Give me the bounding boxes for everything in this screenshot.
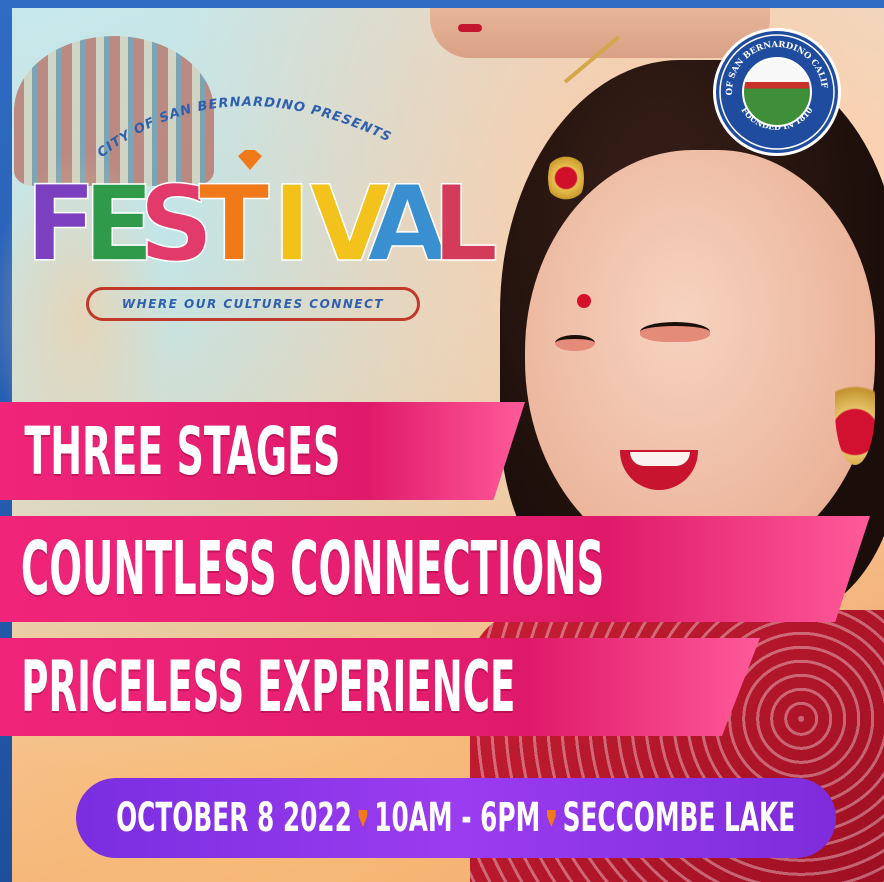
seal-emblem [742,57,812,127]
event-details-pill: OCTOBER 8 2022 10AM - 6PM SECCOMBE LAKE [76,778,836,858]
tagline-badge: WHERE OUR CULTURES CONNECT [86,287,420,321]
dancer-smile [630,452,690,466]
event-time: 10AM - 6PM [374,795,541,841]
maang-tikka-jewel [548,148,584,208]
event-location: SECCOMBE LAKE [562,795,796,841]
earring-jewel [835,355,875,465]
dancer-eye-left [555,335,595,351]
tagline-text: WHERE OUR CULTURES CONNECT [121,297,385,311]
banner-text: PRICELESS EXPERIENCE [21,646,516,728]
event-date: OCTOBER 8 2022 [116,795,353,841]
banner-text: COUNTLESS CONNECTIONS [20,526,605,612]
event-details: OCTOBER 8 2022 10AM - 6PM SECCOMBE LAKE [116,795,795,841]
bindi [577,294,591,308]
festival-poster: CITY OF SAN BERNARDINO CALIFORNIA FOUNDE… [0,0,884,882]
festival-letter: I [273,163,312,280]
arrowhead-separator-icon [359,810,368,827]
dancer-eye-right [640,322,710,342]
banner-text: THREE STAGES [24,412,341,490]
dancer-face [525,150,875,570]
presenter-arc: CITY OF SAN BERNARDINO PRESENTS [95,95,393,160]
festival-logo: FEST IVAL [28,150,498,280]
festival-letter: L [432,163,498,280]
arrowhead-separator-icon [547,810,557,827]
banner-countless-connections: COUNTLESS CONNECTIONS [0,516,870,622]
festival-letter: T [199,163,270,280]
banner-three-stages: THREE STAGES [0,402,525,500]
frame-border-top [0,0,884,8]
city-seal: CITY OF SAN BERNARDINO CALIFORNIA FOUNDE… [713,28,841,156]
banner-priceless-experience: PRICELESS EXPERIENCE [0,638,760,736]
dancer-fingernail [458,24,482,32]
